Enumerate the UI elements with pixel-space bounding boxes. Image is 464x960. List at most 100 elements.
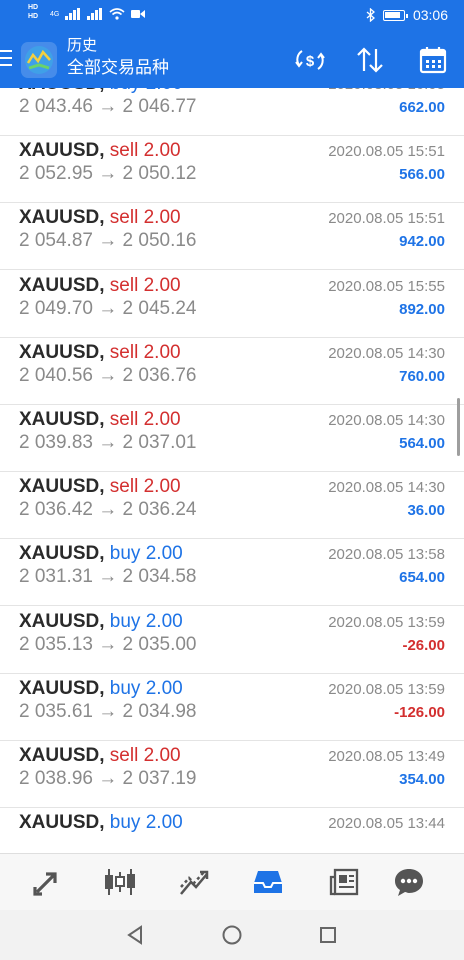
arrow-right-icon: →: [92, 96, 123, 117]
app-bar: 历史 全部交易品种 $: [0, 32, 464, 88]
deal-symbol: XAUUSD: [19, 812, 100, 834]
deal-row[interactable]: XAUUSD, sell 2.00 2 054.87 → 2 050.16 2020…: [0, 203, 464, 271]
arrow-right-icon: →: [92, 499, 123, 521]
deal-volume: 2.00: [143, 207, 181, 229]
deal-row[interactable]: XAUUSD, sell 2.00 2 038.96 → 2 037.19 2020…: [0, 741, 464, 808]
nav-back-button[interactable]: [123, 923, 147, 947]
open-price: 2 039.83: [19, 432, 93, 453]
deal-symbol-line: XAUUSD, buy 2.00: [19, 543, 183, 565]
tab-chat[interactable]: [391, 864, 427, 900]
clock: 03:06: [412, 7, 448, 23]
close-price: 2 050.12: [122, 163, 197, 185]
deal-symbol-line: XAUUSD, buy 2.00: [19, 812, 183, 834]
deal-time: 2020.08.05 14:30: [328, 479, 445, 497]
deal-profit: 36.00: [407, 502, 445, 520]
deal-direction: sell: [109, 274, 139, 296]
deal-row[interactable]: XAUUSD, buy 2.00 2 035.13 → 2 035.00 2020.…: [0, 607, 464, 674]
bottom-tab-bar: [0, 853, 464, 910]
deal-volume: 2.00: [143, 140, 181, 162]
deal-volume: 2.00: [145, 543, 183, 565]
deal-profit: -26.00: [402, 636, 445, 654]
symbol-filter[interactable]: 全部交易品种: [67, 56, 169, 80]
tab-trade[interactable]: [176, 864, 212, 900]
back-triangle-icon: [127, 925, 142, 945]
history-inbox-icon: [254, 871, 282, 893]
deal-direction: sell: [109, 409, 139, 430]
deal-row[interactable]: XAUUSD, sell 2.00 2 040.56 → 2 036.76 2020…: [0, 338, 464, 405]
deal-row[interactable]: XAUUSD, buy 2.002 043.46 → 2 046.77 2020.…: [0, 88, 464, 136]
deal-row[interactable]: XAUUSD, buy 2.00 2020.08.05 13:44: [0, 808, 464, 853]
deal-time: 2020.08.05 13:59: [328, 613, 445, 631]
deal-time: 2020.08.05 13:49: [328, 748, 445, 765]
arrow-right-icon: →: [92, 230, 123, 252]
deal-prices: 2 052.95 → 2 050.12: [19, 163, 197, 185]
calendar-button[interactable]: [415, 42, 451, 78]
deal-direction: sell: [109, 745, 139, 766]
status-icons-left: 4G: [50, 8, 146, 20]
signal-icon-2: [87, 8, 103, 20]
tab-chart[interactable]: [102, 864, 138, 900]
arrow-right-icon: →: [92, 700, 123, 722]
deal-symbol: XAUUSD: [19, 476, 100, 498]
deal-symbol: XAUUSD: [19, 409, 100, 430]
deal-profit: 354.00: [399, 771, 445, 788]
status-icons-right: 03:06: [366, 7, 448, 23]
open-price: 2 036.42: [19, 499, 93, 521]
deal-time: 2020.08.05 14:30: [328, 344, 445, 362]
arrow-right-icon: →: [92, 633, 123, 655]
deal-prices: 2 035.13 → 2 035.00: [19, 634, 197, 656]
tab-history[interactable]: [250, 864, 286, 900]
deal-volume: 2.00: [143, 274, 181, 296]
nav-recents-button[interactable]: [316, 923, 340, 947]
deal-volume: 2.00: [143, 341, 181, 363]
close-price: 2 037.01: [122, 432, 197, 453]
deal-symbol-line: XAUUSD, sell 2.00: [19, 207, 181, 229]
wifi-icon: [109, 8, 125, 20]
page-title: 历史: [67, 37, 98, 54]
deal-row[interactable]: XAUUSD, sell 2.00 2 039.83 → 2 037.01 2020…: [0, 405, 464, 472]
deal-symbol-line: XAUUSD, buy 2.00: [19, 677, 183, 699]
deal-row[interactable]: XAUUSD, buy 2.00 2 031.31 → 2 034.58 2020.…: [0, 539, 464, 607]
deal-prices: 2 054.87 → 2 050.16: [19, 230, 197, 252]
deal-row[interactable]: XAUUSD, buy 2.00 2 035.61 → 2 034.98 2020.…: [0, 674, 464, 741]
deal-time: 2020.08.05 15:55: [328, 277, 445, 295]
list-scrollbar[interactable]: [457, 398, 460, 456]
quotes-arrows-icon: [33, 872, 57, 896]
open-price: 2 040.56: [19, 364, 93, 386]
deal-symbol: XAUUSD: [19, 543, 100, 565]
deal-prices: 2 036.42 → 2 036.24: [19, 499, 197, 521]
open-price: 2 031.31: [19, 566, 93, 588]
deal-prices: 2 049.70 → 2 045.24: [19, 298, 197, 320]
close-price: 2 050.16: [122, 230, 197, 252]
deal-profit: 654.00: [399, 569, 445, 587]
deal-row[interactable]: XAUUSD, sell 2.00 2 036.42 → 2 036.24 2020…: [0, 472, 464, 540]
video-icon: [131, 10, 146, 18]
deal-row[interactable]: XAUUSD, sell 2.00 2 052.95 → 2 050.12 2020…: [0, 136, 464, 204]
tab-quotes[interactable]: [29, 864, 65, 900]
deal-row[interactable]: XAUUSD, sell 2.00 2 049.70 → 2 045.24 2020…: [0, 271, 464, 338]
deal-profit: 662.00: [399, 99, 445, 116]
metatrader-logo[interactable]: [20, 41, 58, 79]
deposit-button[interactable]: $: [292, 42, 328, 78]
open-price: 2 052.95: [19, 163, 93, 185]
nav-home-button[interactable]: [220, 923, 244, 947]
deal-list[interactable]: XAUUSD, buy 2.002 043.46 → 2 046.772020.…: [0, 88, 464, 853]
status-bar: HD HD 4G 03:06: [0, 0, 464, 32]
deal-volume: 2.00: [143, 745, 181, 766]
deal-time: 2020.08.05 15:51: [328, 143, 445, 161]
sort-button[interactable]: [352, 42, 388, 78]
arrow-right-icon: →: [92, 432, 123, 453]
deal-symbol-line: XAUUSD, sell 2.00: [19, 140, 181, 162]
deal-profit: 942.00: [399, 233, 445, 251]
deal-time: 2020.08.05 15:51: [328, 210, 445, 228]
battery-icon: [382, 9, 408, 21]
open-price: 2 043.46: [19, 96, 93, 117]
trade-chart-icon: [180, 870, 209, 895]
deal-symbol: XAUUSD: [19, 274, 100, 296]
deal-symbol-line: XAUUSD, sell 2.00: [19, 476, 181, 498]
menu-icon[interactable]: [0, 50, 14, 68]
close-price: 2 034.58: [122, 566, 197, 588]
network-label: 4G: [50, 10, 60, 18]
deal-prices: 2 039.83 → 2 037.01: [19, 432, 197, 454]
tab-news[interactable]: [326, 864, 362, 900]
